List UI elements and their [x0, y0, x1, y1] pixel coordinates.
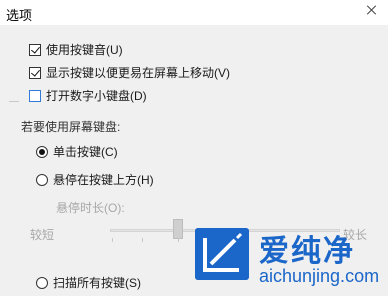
click-keys-label: 单击按键(C) [53, 145, 118, 159]
scan-keys-option[interactable]: 扫描所有按键(S) [36, 274, 141, 291]
click-keys-option[interactable]: 单击按键(C) [36, 143, 118, 160]
show-keys-easier-checkbox[interactable] [29, 66, 41, 79]
short-label: 较短 [30, 228, 55, 242]
turn-on-numpad-checkbox[interactable] [29, 89, 41, 102]
turn-on-numpad-label: 打开数字小键盘(D) [46, 89, 147, 103]
use-key-sound-label: 使用按键音(U) [46, 43, 123, 57]
hover-duration-slider-thumb[interactable] [173, 219, 183, 239]
slider-tick [112, 238, 113, 242]
title-bar: 选项 [0, 0, 388, 25]
scan-keys-label: 扫描所有按键(S) [53, 276, 141, 290]
use-key-sound-checkbox[interactable] [29, 43, 41, 56]
click-keys-radio[interactable] [36, 145, 48, 158]
slider-tick [142, 238, 143, 242]
turn-on-numpad-option[interactable]: 打开数字小键盘(D) [29, 87, 147, 104]
window-title: 选项 [6, 8, 33, 23]
watermark-logo: 爱纯净 aichunjing.com [193, 222, 388, 296]
slider-tick [178, 238, 179, 242]
hover-duration-label: 悬停时长(O): [56, 201, 125, 215]
scan-keys-radio[interactable] [36, 276, 48, 289]
group-divider-left [9, 101, 19, 102]
hover-keys-option[interactable]: 悬停在按键上方(H) [36, 171, 154, 188]
watermark-name: 爱纯净 [259, 235, 355, 268]
hover-keys-label: 悬停在按键上方(H) [53, 173, 154, 187]
group-heading: 若要使用屏幕键盘: [21, 120, 121, 134]
show-keys-easier-option[interactable]: 显示按键以便更易在屏幕上移动(V) [29, 64, 230, 81]
use-key-sound-option[interactable]: 使用按键音(U) [29, 41, 123, 58]
show-keys-easier-label: 显示按键以便更易在屏幕上移动(V) [46, 66, 230, 80]
hover-keys-radio[interactable] [36, 173, 48, 186]
watermark-icon [195, 228, 249, 280]
watermark-domain: aichunjing.com [259, 266, 380, 286]
close-icon[interactable] [352, 0, 388, 25]
